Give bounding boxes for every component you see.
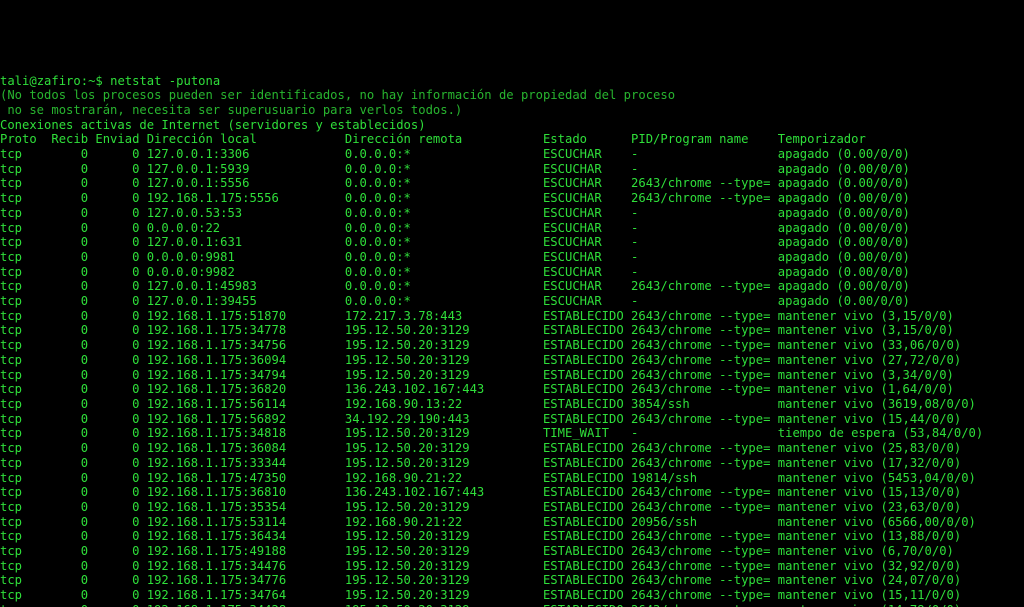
- prompt-line[interactable]: tali@zafiro:~$ netstat -putona: [0, 74, 1024, 89]
- connection-row: tcp 0 0 192.168.1.175:36820 136.243.102.…: [0, 382, 1024, 397]
- connection-row: tcp 0 0 192.168.1.175:34476 195.12.50.20…: [0, 559, 1024, 574]
- connection-row: tcp 0 0 192.168.1.175:35354 195.12.50.20…: [0, 500, 1024, 515]
- connection-row: tcp 0 0 127.0.0.1:45983 0.0.0.0:* ESCUCH…: [0, 279, 1024, 294]
- user: tali: [0, 74, 29, 88]
- connection-row: tcp 0 0 192.168.1.175:34764 195.12.50.20…: [0, 588, 1024, 603]
- dollar: $: [95, 74, 110, 88]
- connection-row: tcp 0 0 127.0.0.1:631 0.0.0.0:* ESCUCHAR…: [0, 235, 1024, 250]
- connection-row: tcp 0 0 192.168.1.175:56892 34.192.29.19…: [0, 412, 1024, 427]
- connection-row: tcp 0 0 192.168.1.175:36094 195.12.50.20…: [0, 353, 1024, 368]
- warning-line-1: (No todos los procesos pueden ser identi…: [0, 88, 1024, 103]
- connection-row: tcp 0 0 127.0.0.53:53 0.0.0.0:* ESCUCHAR…: [0, 206, 1024, 221]
- connection-row: tcp 0 0 192.168.1.175:5556 0.0.0.0:* ESC…: [0, 191, 1024, 206]
- connection-row: tcp 0 0 0.0.0.0:9981 0.0.0.0:* ESCUCHAR …: [0, 250, 1024, 265]
- connection-row: tcp 0 0 192.168.1.175:56114 192.168.90.1…: [0, 397, 1024, 412]
- connection-row: tcp 0 0 127.0.0.1:5939 0.0.0.0:* ESCUCHA…: [0, 162, 1024, 177]
- connection-row: tcp 0 0 192.168.1.175:49188 195.12.50.20…: [0, 544, 1024, 559]
- colon: :: [81, 74, 88, 88]
- connection-row: tcp 0 0 192.168.1.175:36084 195.12.50.20…: [0, 441, 1024, 456]
- connection-row: tcp 0 0 192.168.1.175:34818 195.12.50.20…: [0, 426, 1024, 441]
- terminal-output: tali@zafiro:~$ netstat -putona(No todos …: [0, 74, 1024, 607]
- connection-row: tcp 0 0 192.168.1.175:36434 195.12.50.20…: [0, 529, 1024, 544]
- connection-row: tcp 0 0 192.168.1.175:34428 195.12.50.20…: [0, 603, 1024, 607]
- warning-line-2: no se mostrarán, necesita ser superusuar…: [0, 103, 1024, 118]
- connection-row: tcp 0 0 127.0.0.1:5556 0.0.0.0:* ESCUCHA…: [0, 176, 1024, 191]
- connection-row: tcp 0 0 192.168.1.175:51870 172.217.3.78…: [0, 309, 1024, 324]
- connection-row: tcp 0 0 192.168.1.175:34778 195.12.50.20…: [0, 323, 1024, 338]
- column-headers: Proto Recib Enviad Dirección local Direc…: [0, 132, 1024, 147]
- connection-row: tcp 0 0 0.0.0.0:9982 0.0.0.0:* ESCUCHAR …: [0, 265, 1024, 280]
- connection-row: tcp 0 0 192.168.1.175:36810 136.243.102.…: [0, 485, 1024, 500]
- at-sign: @: [29, 74, 36, 88]
- connection-row: tcp 0 0 127.0.0.1:39455 0.0.0.0:* ESCUCH…: [0, 294, 1024, 309]
- connection-row: tcp 0 0 192.168.1.175:47350 192.168.90.2…: [0, 471, 1024, 486]
- connection-row: tcp 0 0 192.168.1.175:34794 195.12.50.20…: [0, 368, 1024, 383]
- host: zafiro: [37, 74, 81, 88]
- connection-row: tcp 0 0 192.168.1.175:34756 195.12.50.20…: [0, 338, 1024, 353]
- connection-row: tcp 0 0 192.168.1.175:34776 195.12.50.20…: [0, 573, 1024, 588]
- section-title: Conexiones activas de Internet (servidor…: [0, 118, 1024, 133]
- connection-row: tcp 0 0 192.168.1.175:53114 192.168.90.2…: [0, 515, 1024, 530]
- connection-row: tcp 0 0 0.0.0.0:22 0.0.0.0:* ESCUCHAR - …: [0, 221, 1024, 236]
- connection-row: tcp 0 0 192.168.1.175:33344 195.12.50.20…: [0, 456, 1024, 471]
- command: netstat -putona: [110, 74, 220, 88]
- connection-row: tcp 0 0 127.0.0.1:3306 0.0.0.0:* ESCUCHA…: [0, 147, 1024, 162]
